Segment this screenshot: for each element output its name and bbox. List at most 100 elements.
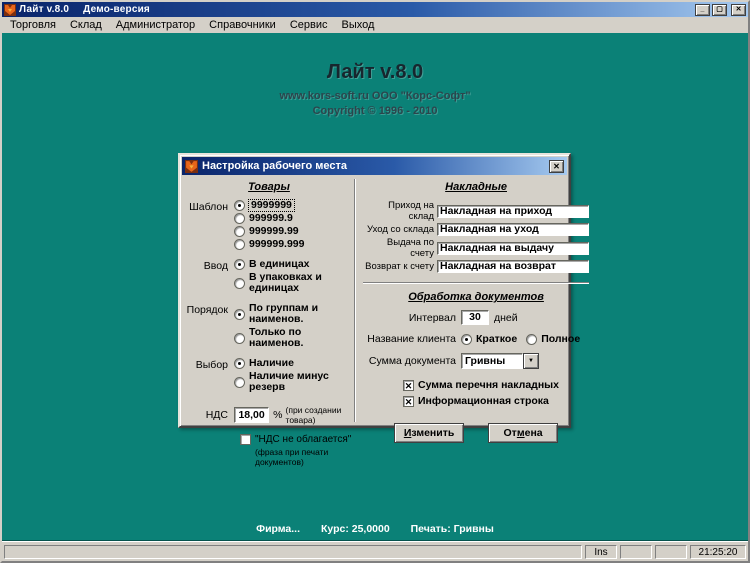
- vat-percent-sign: %: [273, 409, 283, 421]
- vat-label: НДС: [205, 409, 228, 421]
- menu-vykhod[interactable]: Выход: [334, 18, 381, 32]
- invoice-input[interactable]: Накладная на возврат: [437, 260, 590, 273]
- status-bar: Ins 21:25:20: [2, 541, 748, 561]
- vybor-label: Выбор: [195, 359, 228, 371]
- firm-label: Фирма...: [256, 523, 301, 535]
- menu-spravochniki[interactable]: Справочники: [202, 18, 283, 32]
- vybor-group: Выбор Наличие Наличие минус резерв: [186, 358, 352, 393]
- menu-sklad[interactable]: Склад: [63, 18, 109, 32]
- invoice-row: Уход со склада Накладная на уход: [363, 223, 590, 236]
- radio-vvod-1[interactable]: В упаковках и единицах: [234, 272, 352, 294]
- radio-shablon-2[interactable]: 999999.99: [234, 226, 304, 237]
- radio-vybor-1[interactable]: Наличие минус резерв: [234, 371, 352, 393]
- application-window: Лайт v.8.0 Демо-версия _ ▢ ✕ Торговля Ск…: [0, 0, 750, 563]
- close-icon[interactable]: ✕: [731, 3, 746, 16]
- invoice-label: Приход на склад: [388, 200, 434, 222]
- radio-shablon-1[interactable]: 999999.9: [234, 213, 304, 224]
- brand-copyright: Copyright © 1996 - 2010: [312, 105, 438, 117]
- invoice-input[interactable]: Накладная на выдачу: [437, 241, 590, 255]
- vvod-group: Ввод В единицах В упаковках и единицах: [186, 259, 352, 294]
- window-titlebar: Лайт v.8.0 Демо-версия _ ▢ ✕: [2, 2, 748, 17]
- interval-input[interactable]: 30: [461, 310, 489, 325]
- interval-suffix: дней: [494, 311, 518, 324]
- radio-icon[interactable]: [234, 213, 245, 224]
- radio-client-full[interactable]: Полное: [526, 333, 580, 345]
- client-name-label: Название клиента: [367, 333, 456, 345]
- statusbar-empty-panel: [655, 545, 687, 559]
- menu-servis[interactable]: Сервис: [283, 18, 335, 32]
- settings-dialog: Настройка рабочего места ✕ Товары Шаблон…: [178, 153, 590, 467]
- checkbox-icon[interactable]: ✕: [240, 434, 251, 445]
- radio-icon[interactable]: [234, 200, 245, 211]
- radio-icon[interactable]: [526, 333, 538, 345]
- rate-label: Курс: 25,0000: [320, 523, 390, 535]
- doc-sum-row: Сумма документа Гривны ▼: [363, 353, 589, 369]
- fox-app-icon: [4, 3, 16, 16]
- dialog-close-icon[interactable]: ✕: [549, 159, 564, 173]
- client-area: Лайт v.8.0 www.kors-soft.ru ООО "Корс-Со…: [2, 33, 748, 541]
- radio-shablon-3[interactable]: 999999.999: [234, 239, 304, 250]
- vat-exempt-checkbox-row[interactable]: ✕ "НДС не облагается": [240, 434, 352, 445]
- interval-row: Интервал 30 дней: [363, 310, 589, 325]
- invoice-label: Уход со склада: [367, 224, 434, 235]
- nakladnye-heading: Накладные: [445, 181, 507, 193]
- poryadok-label: Порядок: [186, 304, 228, 316]
- shablon-label: Шаблон: [189, 201, 228, 213]
- checkbox-icon[interactable]: ✕: [403, 379, 414, 391]
- radio-poryadok-0[interactable]: По группам и наименов.: [234, 303, 352, 325]
- menu-bar: Торговля Склад Администратор Справочники…: [2, 17, 748, 33]
- invoice-input[interactable]: Накладная на уход: [437, 223, 590, 236]
- invoice-row: Приход на склад Накладная на приход: [363, 200, 590, 222]
- minimize-icon[interactable]: _: [695, 3, 710, 16]
- radio-vybor-0[interactable]: Наличие: [234, 358, 352, 369]
- radio-icon[interactable]: [461, 333, 472, 345]
- chevron-down-icon[interactable]: ▼: [523, 353, 539, 369]
- right-section: Накладные Приход на склад Накладная на п…: [356, 177, 596, 443]
- obrabotka-heading: Обработка документов: [408, 291, 544, 303]
- currency-dropdown[interactable]: Гривны ▼: [461, 353, 539, 369]
- dialog-body: Товары Шаблон 9999999 999999.9 999999.99…: [180, 177, 590, 467]
- poryadok-group: Порядок По группам и наименов. Только по…: [186, 303, 352, 349]
- checkbox-icon[interactable]: ✕: [403, 395, 414, 407]
- vvod-label: Ввод: [203, 260, 228, 272]
- currency-value[interactable]: Гривны: [461, 353, 523, 369]
- window-title: Лайт v.8.0: [19, 4, 70, 15]
- horizontal-divider: [363, 282, 590, 284]
- cancel-button[interactable]: От м ена: [488, 423, 559, 443]
- firm-status-line: Фирма... Курс: 25,0000 Печать: Гривны: [2, 523, 748, 535]
- invoice-input[interactable]: Накладная на приход: [437, 204, 590, 218]
- radio-icon[interactable]: [234, 308, 245, 320]
- statusbar-empty-panel: [620, 545, 652, 559]
- dialog-titlebar[interactable]: Настройка рабочего места ✕: [182, 157, 567, 175]
- radio-poryadok-1[interactable]: Только по наименов.: [234, 327, 352, 349]
- info-line-label: Информационная строка: [418, 395, 549, 407]
- radio-icon[interactable]: [234, 332, 245, 344]
- invoice-label: Возврат к счету: [365, 261, 434, 272]
- radio-shablon-0[interactable]: 9999999: [234, 199, 304, 212]
- radio-icon[interactable]: [234, 239, 245, 250]
- radio-client-short[interactable]: Краткое: [461, 333, 517, 345]
- radio-icon[interactable]: [234, 259, 245, 270]
- maximize-icon[interactable]: ▢: [712, 3, 727, 16]
- radio-icon[interactable]: [234, 376, 245, 388]
- window-controls: _ ▢ ✕: [695, 3, 746, 16]
- print-label: Печать: Гривны: [410, 523, 494, 535]
- menu-administrator[interactable]: Администратор: [109, 18, 202, 32]
- radio-icon[interactable]: [234, 277, 245, 289]
- sum-list-checkbox-row[interactable]: ✕ Сумма перечня накладных: [403, 379, 589, 391]
- window-edition: Демо-версия: [83, 4, 150, 15]
- statusbar-main-panel: [4, 545, 582, 559]
- menu-torgovlya[interactable]: Торговля: [3, 18, 63, 32]
- radio-vvod-0[interactable]: В единицах: [234, 259, 352, 270]
- radio-icon[interactable]: [234, 226, 245, 237]
- tovary-section: Товары Шаблон 9999999 999999.9 999999.99…: [180, 177, 354, 467]
- statusbar-clock: 21:25:20: [690, 545, 746, 559]
- vat-row: НДС 18,00 % (при создании товара): [186, 405, 352, 425]
- invoice-row: Выдача по счету Накладная на выдачу: [363, 237, 590, 259]
- radio-icon[interactable]: [234, 358, 245, 369]
- change-button[interactable]: Изменить: [394, 423, 465, 443]
- branding-block: Лайт v.8.0 www.kors-soft.ru ООО "Корс-Со…: [2, 61, 748, 117]
- info-line-checkbox-row[interactable]: ✕ Информационная строка: [403, 395, 589, 407]
- vat-input[interactable]: 18,00: [234, 407, 270, 423]
- vat-note: (при создании товара): [285, 405, 342, 425]
